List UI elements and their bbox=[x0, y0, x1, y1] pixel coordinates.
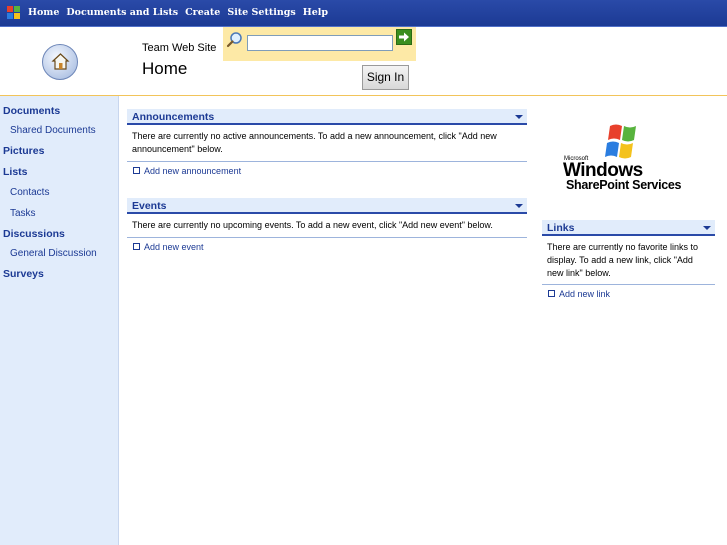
add-new-link-link[interactable]: Add new link bbox=[548, 289, 610, 299]
announcements-title[interactable]: Announcements bbox=[132, 111, 214, 123]
quicklaunch-shared-documents[interactable]: Shared Documents bbox=[10, 125, 96, 136]
announcements-body: There are currently no active announceme… bbox=[132, 130, 527, 156]
links-title[interactable]: Links bbox=[547, 222, 574, 234]
add-new-event-label[interactable]: Add new event bbox=[144, 242, 204, 252]
links-body: There are currently no favorite links to… bbox=[547, 241, 717, 280]
announcements-header[interactable]: Announcements bbox=[127, 109, 527, 125]
search-icon bbox=[226, 32, 242, 48]
events-header[interactable]: Events bbox=[127, 198, 527, 214]
quicklaunch-documents[interactable]: Documents bbox=[3, 105, 60, 117]
windows-sharepoint-services-logo: Microsoft Windows SharePoint Services bbox=[562, 120, 697, 196]
nav-site-settings[interactable]: Site Settings bbox=[227, 7, 295, 18]
sharepoint-logo-icon[interactable] bbox=[7, 6, 20, 19]
logo-sharepoint-services-text: SharePoint Services bbox=[566, 178, 682, 192]
nav-documents-and-lists[interactable]: Documents and Lists bbox=[66, 7, 178, 18]
chevron-down-icon[interactable] bbox=[703, 226, 711, 230]
links-text-line1: There are currently no favorite links to bbox=[547, 242, 699, 252]
arrow-right-icon bbox=[399, 32, 409, 42]
announcements-text-line1: There are currently no active announceme… bbox=[132, 131, 497, 141]
quicklaunch-pictures[interactable]: Pictures bbox=[3, 145, 44, 157]
quicklaunch-discussions[interactable]: Discussions bbox=[3, 228, 65, 240]
top-nav-bar: Home Documents and Lists Create Site Set… bbox=[0, 0, 727, 27]
bullet-icon bbox=[548, 290, 555, 298]
events-text: There are currently no upcoming events. … bbox=[132, 220, 493, 230]
events-title[interactable]: Events bbox=[132, 200, 166, 212]
page-title: Home bbox=[142, 59, 188, 78]
quicklaunch-surveys[interactable]: Surveys bbox=[3, 268, 44, 280]
nav-home[interactable]: Home bbox=[28, 7, 59, 18]
nav-create[interactable]: Create bbox=[185, 7, 220, 18]
bullet-icon bbox=[133, 243, 140, 251]
search-input[interactable] bbox=[247, 35, 393, 51]
windows-flag-icon bbox=[605, 124, 636, 159]
divider bbox=[127, 161, 527, 162]
add-new-link-label[interactable]: Add new link bbox=[559, 289, 610, 299]
add-new-announcement-link[interactable]: Add new announcement bbox=[133, 166, 241, 176]
search-go-button[interactable] bbox=[396, 29, 412, 45]
chevron-down-icon[interactable] bbox=[515, 204, 523, 208]
quicklaunch-contacts[interactable]: Contacts bbox=[10, 187, 49, 198]
events-body: There are currently no upcoming events. … bbox=[132, 219, 527, 232]
nav-help[interactable]: Help bbox=[303, 7, 328, 18]
add-new-announcement-label[interactable]: Add new announcement bbox=[144, 166, 241, 176]
quicklaunch-tasks[interactable]: Tasks bbox=[10, 208, 36, 219]
chevron-down-icon[interactable] bbox=[515, 115, 523, 119]
bullet-icon bbox=[133, 167, 140, 175]
quick-launch: Documents Shared Documents Pictures List… bbox=[0, 96, 119, 545]
divider bbox=[542, 284, 715, 285]
links-header[interactable]: Links bbox=[542, 220, 715, 236]
links-text-line2: display. To add a new link, click "Add bbox=[547, 255, 693, 265]
announcements-text-line2: announcement" below. bbox=[132, 144, 223, 154]
divider bbox=[127, 237, 527, 238]
links-text-line3: new link" below. bbox=[547, 268, 611, 278]
add-new-event-link[interactable]: Add new event bbox=[133, 242, 204, 252]
quicklaunch-general-discussion[interactable]: General Discussion bbox=[10, 248, 97, 259]
site-title[interactable]: Team Web Site bbox=[142, 42, 216, 54]
search-area bbox=[223, 27, 416, 61]
quicklaunch-lists[interactable]: Lists bbox=[3, 166, 28, 178]
home-icon bbox=[42, 44, 78, 80]
sign-in-button[interactable]: Sign In bbox=[362, 65, 409, 90]
